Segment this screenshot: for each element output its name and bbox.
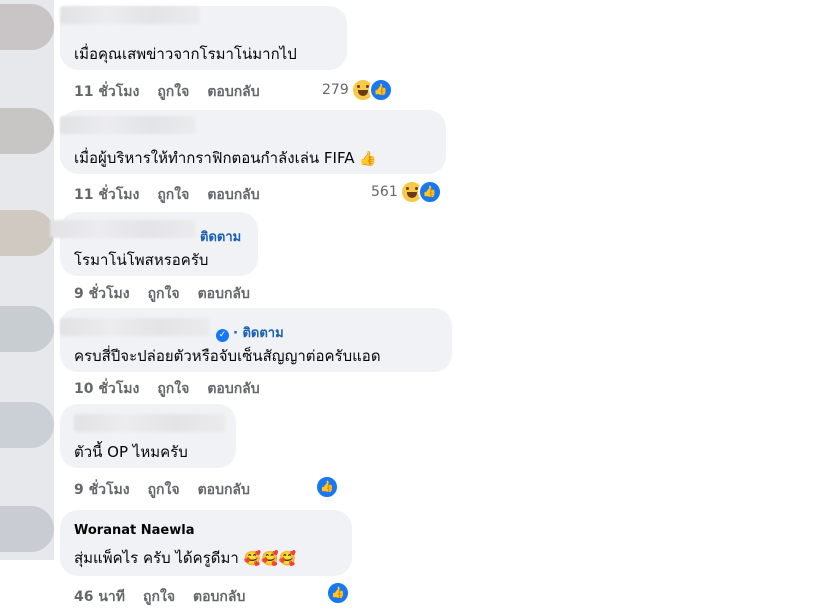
comment-text-body: สุ่มแพ็คไร ครับ ได้ครูดีมา (74, 549, 239, 567)
avatar-column (0, 0, 54, 560)
comment-bubble: เมื่อผู้บริหารให้ทำกราฟิกตอนกำลังเล่น FI… (60, 110, 446, 174)
reply-link[interactable]: ตอบกลับ (207, 381, 259, 397)
comment-actions: 9 ชั่วโมง ถูกใจ ตอบกลับ (74, 479, 268, 501)
smiling-hearts-emoji: 🥰🥰🥰 (243, 551, 296, 567)
comment-text: ตัวนี้ OP ไหมครับ (74, 443, 188, 461)
avatar[interactable] (0, 506, 54, 552)
like-link[interactable]: ถูกใจ (143, 589, 175, 605)
author-name[interactable] (74, 414, 226, 432)
author-name[interactable] (60, 6, 200, 24)
follow-link: ✓ · ติดตาม (216, 322, 284, 343)
author-name[interactable] (60, 116, 196, 134)
comment-actions: 46 นาที ถูกใจ ตอบกลับ (74, 586, 263, 608)
reply-link[interactable]: ตอบกลับ (207, 187, 259, 203)
reply-link[interactable]: ตอบกลับ (207, 84, 259, 100)
comment-text-body: เมื่อผู้บริหารให้ทำกราฟิกตอนกำลังเล่น FI… (74, 149, 355, 167)
follow-link[interactable]: ติดตาม (200, 226, 241, 247)
reaction-summary[interactable]: 👍 (326, 581, 350, 605)
reply-link[interactable]: ตอบกลับ (198, 286, 250, 302)
like-icon: 👍 (315, 475, 339, 499)
avatar[interactable] (0, 210, 54, 256)
reaction-summary[interactable]: 561 👍 (371, 180, 442, 204)
comment-text: เมื่อผู้บริหารให้ทำกราฟิกตอนกำลังเล่น FI… (74, 146, 377, 170)
like-icon: 👍 (417, 180, 442, 204)
reaction-summary[interactable]: 👍 (315, 475, 339, 499)
avatar[interactable] (0, 4, 54, 50)
comment-bubble: ติดตาม โรมาโน่โพสหรอครับ (50, 212, 258, 276)
reaction-count: 279 (322, 82, 349, 98)
reaction-summary[interactable]: 279 👍 (322, 78, 393, 102)
comment-text: เมื่อคุณเสพข่าวจากโรมาโน่มากไป (74, 45, 297, 63)
like-link[interactable]: ถูกใจ (157, 381, 189, 397)
avatar[interactable] (0, 108, 54, 154)
comment-time[interactable]: 11 ชั่วโมง (74, 84, 139, 100)
like-icon: 👍 (326, 581, 350, 605)
comment-time[interactable]: 9 ชั่วโมง (74, 286, 130, 302)
reaction-count: 561 (371, 184, 398, 200)
comment-actions: 9 ชั่วโมง ถูกใจ ตอบกลับ (74, 283, 268, 305)
comment-time[interactable]: 10 ชั่วโมง (74, 381, 139, 397)
verified-icon: ✓ (216, 329, 229, 342)
avatar[interactable] (0, 306, 54, 352)
comment-time[interactable]: 46 นาที (74, 589, 125, 605)
follow-text[interactable]: · ติดตาม (233, 326, 284, 341)
comment-bubble: Woranat Naewla สุ่มแพ็คไร ครับ ได้ครูดีม… (60, 510, 352, 576)
avatar[interactable] (0, 402, 54, 448)
comment-actions: 11 ชั่วโมง ถูกใจ ตอบกลับ (74, 81, 278, 103)
comment-bubble: ตัวนี้ OP ไหมครับ (60, 404, 236, 468)
like-icon: 👍 (368, 78, 393, 102)
like-link[interactable]: ถูกใจ (157, 187, 189, 203)
reply-link[interactable]: ตอบกลับ (198, 482, 250, 498)
author-name[interactable] (60, 318, 210, 336)
comment-bubble: ✓ · ติดตาม ครบสี่ปีจะปล่อยตัวหรือจับเซ็นส… (60, 308, 452, 372)
like-link[interactable]: ถูกใจ (148, 482, 180, 498)
reply-link[interactable]: ตอบกลับ (193, 589, 245, 605)
comment-actions: 11 ชั่วโมง ถูกใจ ตอบกลับ (74, 184, 278, 206)
comment-time[interactable]: 11 ชั่วโมง (74, 187, 139, 203)
thumbs-up-emoji: 👍 (359, 151, 377, 167)
comment-time[interactable]: 9 ชั่วโมง (74, 482, 130, 498)
comment-text: สุ่มแพ็คไร ครับ ได้ครูดีมา 🥰🥰🥰 (74, 546, 296, 570)
like-link[interactable]: ถูกใจ (157, 84, 189, 100)
comment-bubble: เมื่อคุณเสพข่าวจากโรมาโน่มากไป (60, 6, 347, 70)
author-name[interactable] (50, 220, 196, 238)
comment-text: โรมาโน่โพสหรอครับ (74, 251, 209, 269)
comment-text: ครบสี่ปีจะปล่อยตัวหรือจับเซ็นสัญญาต่อครั… (74, 347, 381, 365)
comment-actions: 10 ชั่วโมง ถูกใจ ตอบกลับ (74, 378, 278, 400)
author-name[interactable]: Woranat Naewla (74, 523, 194, 538)
like-link[interactable]: ถูกใจ (148, 286, 180, 302)
